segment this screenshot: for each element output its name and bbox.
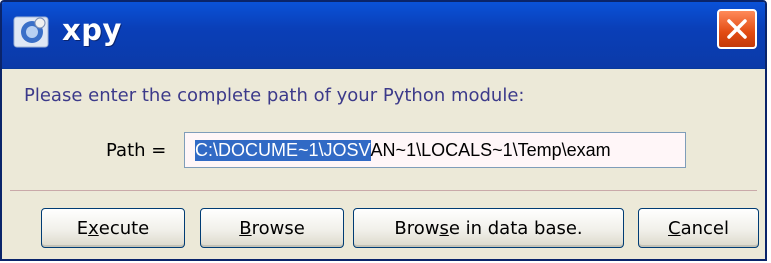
title-bar[interactable]: xpy [2, 2, 765, 69]
path-selected-text: C:\DOCUME~1\JOSV [195, 139, 371, 161]
path-input[interactable]: C:\DOCUME~1\JOSV AN~1\LOCALS~1\Temp\exam [184, 132, 686, 168]
close-icon [727, 19, 747, 39]
python-app-icon [12, 13, 52, 51]
path-remaining-text: AN~1\LOCALS~1\Temp\exam [370, 139, 611, 160]
execute-label-pre: E [76, 217, 89, 239]
close-button[interactable] [717, 9, 757, 49]
cancel-mnemonic: C [668, 217, 681, 239]
execute-button[interactable]: Ex ecute [41, 208, 185, 248]
separator [10, 190, 757, 191]
prompt-text: Please enter the complete path of your P… [24, 85, 525, 106]
window-title: xpy [62, 13, 122, 47]
path-label: Path = [106, 140, 167, 161]
browse-db-label-pre: Brow [394, 217, 440, 239]
browse-db-label-post: e in data base. [448, 217, 583, 239]
execute-label-post: ecute [98, 217, 150, 239]
path-row: Path = C:\DOCUME~1\JOSV AN~1\LOCALS~1\Tem… [2, 132, 765, 172]
browse-db-mnemonic: s [439, 217, 449, 239]
browse-button[interactable]: Browse [200, 208, 344, 248]
cancel-label-post: ancel [680, 217, 729, 239]
browse-mnemonic: B [239, 217, 252, 239]
browse-database-button[interactable]: Brow s e in data base. [353, 208, 624, 248]
browse-label-post: rowse [251, 217, 305, 239]
cancel-button[interactable]: Cancel [638, 208, 759, 248]
dialog-window: xpy Please enter the complete path of yo… [0, 0, 767, 261]
execute-mnemonic: x [88, 217, 99, 239]
